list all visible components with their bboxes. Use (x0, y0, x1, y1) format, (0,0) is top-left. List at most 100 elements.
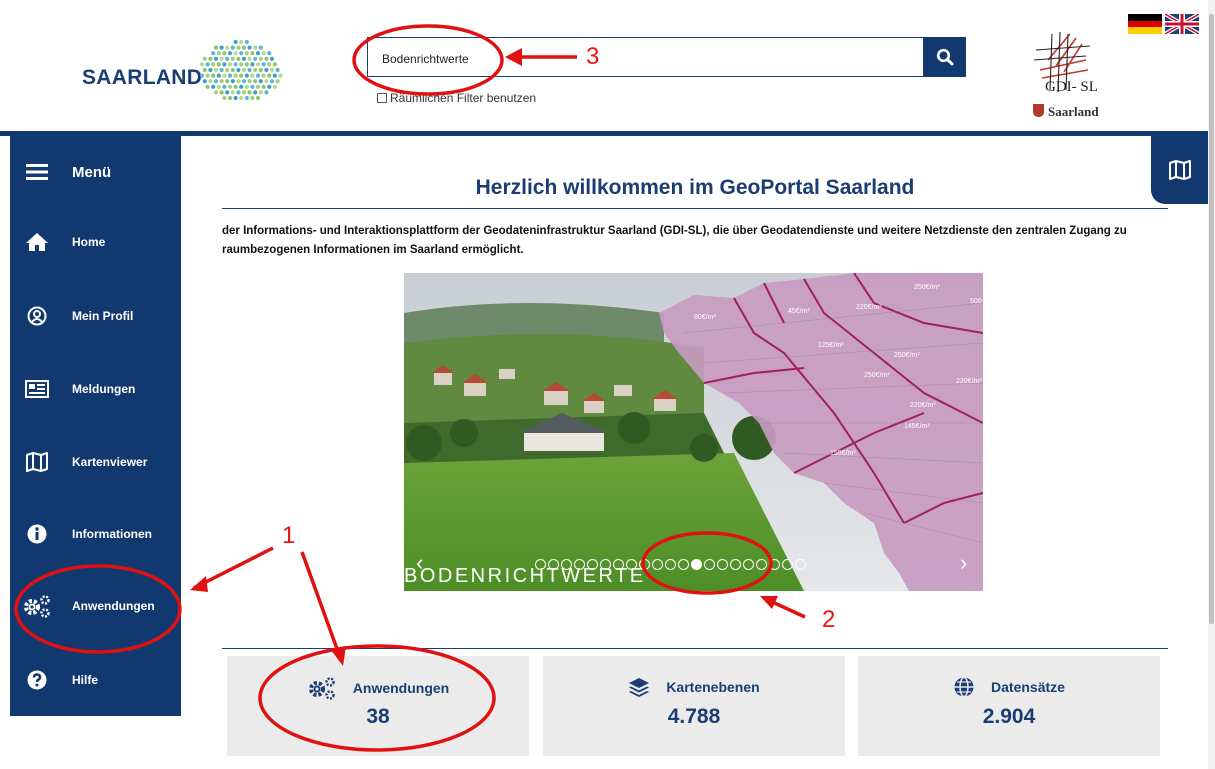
logo-dot (219, 45, 224, 50)
header-divider (0, 131, 1208, 136)
price-label: 45€/m² (788, 308, 810, 315)
sidebar-item-label: Meldungen (72, 382, 136, 396)
logo-dot (239, 39, 244, 45)
saarland-logo-dots (199, 39, 283, 101)
logo-dot (269, 56, 275, 61)
logo-dot (236, 45, 241, 50)
logo-dot (213, 90, 219, 95)
sidebar-item-mapviewer[interactable]: Kartenviewer (10, 442, 181, 482)
carousel-dot[interactable] (769, 559, 780, 570)
gdi-sl-label: GDI- SL (1045, 79, 1098, 95)
sidebar-item-label: Anwendungen (72, 599, 155, 613)
sidebar-item-applications[interactable]: Anwendungen (10, 586, 181, 626)
price-label: 220€/m² (856, 304, 882, 311)
carousel-dot[interactable] (678, 559, 689, 570)
logo-dot (225, 56, 230, 61)
price-label: 80€/m² (694, 314, 716, 321)
search-icon (936, 48, 954, 66)
logo-dot (250, 84, 255, 89)
logo-dot (267, 62, 272, 67)
price-label: 250€/m² (864, 372, 890, 379)
logo-dot (216, 51, 221, 56)
logo-dot (222, 73, 227, 78)
logo-dot (199, 62, 205, 67)
logo-dot (233, 62, 238, 67)
logo-dot (267, 73, 272, 78)
logo-dot (225, 79, 230, 84)
carousel-dot[interactable] (795, 559, 806, 570)
logo-dot (255, 62, 261, 67)
logo-dot (267, 51, 272, 56)
logo-dot (211, 51, 216, 56)
logo-dot (241, 67, 247, 73)
carousel-dot[interactable] (704, 559, 715, 570)
logo-dot (261, 73, 266, 78)
arrow-head (760, 596, 778, 609)
sidebar-item-profile[interactable]: Mein Profil (10, 296, 181, 336)
page-scrollbar-thumb[interactable] (1209, 14, 1214, 624)
logo-dot (244, 84, 249, 89)
stat-card-datasets[interactable]: Datensätze 2.904 (858, 656, 1160, 756)
carousel-dot[interactable] (782, 559, 793, 570)
arrow-line (193, 546, 274, 590)
spatial-filter-checkbox[interactable] (377, 93, 387, 103)
logo-dot (213, 79, 219, 84)
logo-dot (236, 67, 241, 73)
stat-card-applications[interactable]: Anwendungen 38 (227, 656, 529, 756)
logo-dot (225, 67, 230, 73)
logo-dot (239, 84, 244, 89)
german-flag-icon[interactable] (1128, 14, 1162, 34)
logo-dot (261, 62, 266, 67)
logo-dot (241, 56, 247, 61)
saarland-logo-text[interactable]: SAARLAND (82, 66, 202, 90)
uk-flag-icon[interactable] (1165, 14, 1199, 34)
image-carousel[interactable]: 250€/m² 500 80€/m² 45€/m² 220€/m² 125€/m… (404, 273, 983, 591)
logo-dot (247, 67, 252, 73)
logo-dot (233, 51, 238, 56)
logo-dot (227, 95, 233, 101)
carousel-dot[interactable] (730, 559, 741, 570)
intro-text: der Informations- und Interaktionsplattf… (222, 225, 1127, 256)
geoportal-page: SAARLAND Bodenrichtwerte Räumlichen Filt… (0, 0, 1215, 769)
carousel-slide-image: 250€/m² 500 80€/m² 45€/m² 220€/m² 125€/m… (404, 273, 983, 591)
sidebar-item-home[interactable]: Home (10, 222, 181, 262)
sidebar-item-information[interactable]: Informationen (10, 514, 181, 554)
carousel-dot[interactable] (743, 559, 754, 570)
sidebar-menu: Menü Home Mein Profil Meldungen Kartenvi (10, 136, 181, 716)
logo-dot (211, 84, 216, 89)
search-input[interactable]: Bodenrichtwerte (367, 37, 924, 77)
stat-value: 38 (366, 705, 390, 728)
carousel-dot[interactable] (717, 559, 728, 570)
search-button[interactable] (924, 37, 966, 77)
globe-icon (954, 676, 974, 698)
stat-card-map-layers[interactable]: Kartenebenen 4.788 (543, 656, 845, 756)
annotation-number: 3 (586, 43, 600, 70)
sidebar-item-help[interactable]: Hilfe (10, 660, 181, 700)
logo-dot (272, 62, 277, 67)
logo-dot (258, 56, 263, 61)
logo-dot (239, 95, 244, 101)
logo-dot (236, 79, 241, 84)
carousel-dot[interactable] (691, 559, 702, 570)
logo-dot (225, 90, 230, 95)
logo-dot (247, 56, 252, 61)
sidebar-item-label: Home (72, 235, 106, 249)
logo-dot (255, 51, 261, 56)
carousel-dot[interactable] (652, 559, 663, 570)
logo-dot (264, 79, 269, 84)
carousel-dot[interactable] (665, 559, 676, 570)
sidebar-item-label: Kartenviewer (72, 455, 148, 469)
stat-value: 4.788 (667, 705, 721, 728)
spatial-filter-option[interactable]: Räumlichen Filter benutzen (377, 91, 536, 105)
menu-toggle[interactable]: Menü (10, 152, 181, 192)
price-label: 500 (970, 298, 982, 305)
logo-dot (208, 67, 213, 73)
logo-dot (216, 73, 221, 78)
carousel-next-button[interactable]: › (960, 550, 967, 576)
sidebar-item-messages[interactable]: Meldungen (10, 369, 181, 409)
language-switcher (1128, 14, 1199, 34)
arrow-line (767, 598, 806, 619)
logo-dot (208, 79, 213, 84)
carousel-dot[interactable] (756, 559, 767, 570)
price-label: 155€/m² (830, 450, 856, 457)
